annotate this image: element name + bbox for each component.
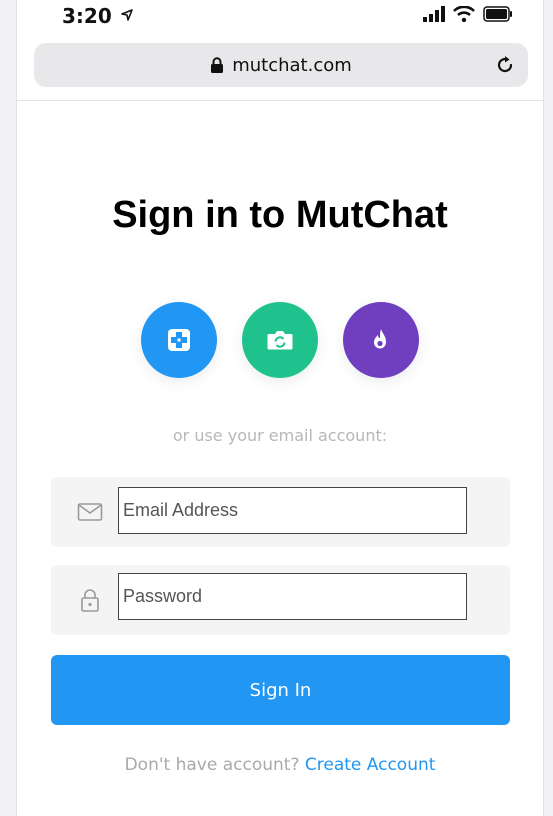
status-icons [423,6,513,22]
camera-icon [267,331,293,350]
social-login-button-1[interactable] [141,302,217,378]
social-login-button-3[interactable] [343,302,419,378]
url-text: mutchat.com [232,54,352,76]
reload-icon[interactable] [494,54,516,76]
sign-in-button[interactable]: Sign In [51,655,510,725]
envelope-icon [77,503,103,521]
url-bar[interactable]: mutchat.com [34,43,528,87]
alt-login-text: or use your email account: [172,426,388,445]
signal-icon [423,6,445,22]
lock-icon [211,56,224,73]
url-display: mutchat.com [34,43,528,87]
location-arrow-icon [120,9,133,21]
status-time: 3:20 [62,4,133,28]
email-field-container [51,477,510,547]
page-title: Sign in to MutChat [112,194,448,236]
status-time-text: 3:20 [62,4,112,28]
flame-icon [374,329,387,349]
create-account-link[interactable]: Create Account [305,755,436,775]
social-login-button-2[interactable] [242,302,318,378]
social-login-row [17,302,543,378]
padlock-icon [81,589,99,612]
password-field-container [51,565,510,635]
plus-box-icon [168,329,190,351]
email-input[interactable] [118,487,467,534]
wifi-icon [453,6,475,22]
create-account-prompt: Don't have account? Create Account [17,755,543,775]
phone-screen: 3:20 mutchat.com Sign in to MutChat or u… [16,0,544,816]
password-input[interactable] [118,573,467,620]
status-bar: 3:20 [17,0,543,40]
no-account-text: Don't have account? [124,755,300,775]
header-divider [17,100,543,101]
battery-icon [483,6,512,22]
